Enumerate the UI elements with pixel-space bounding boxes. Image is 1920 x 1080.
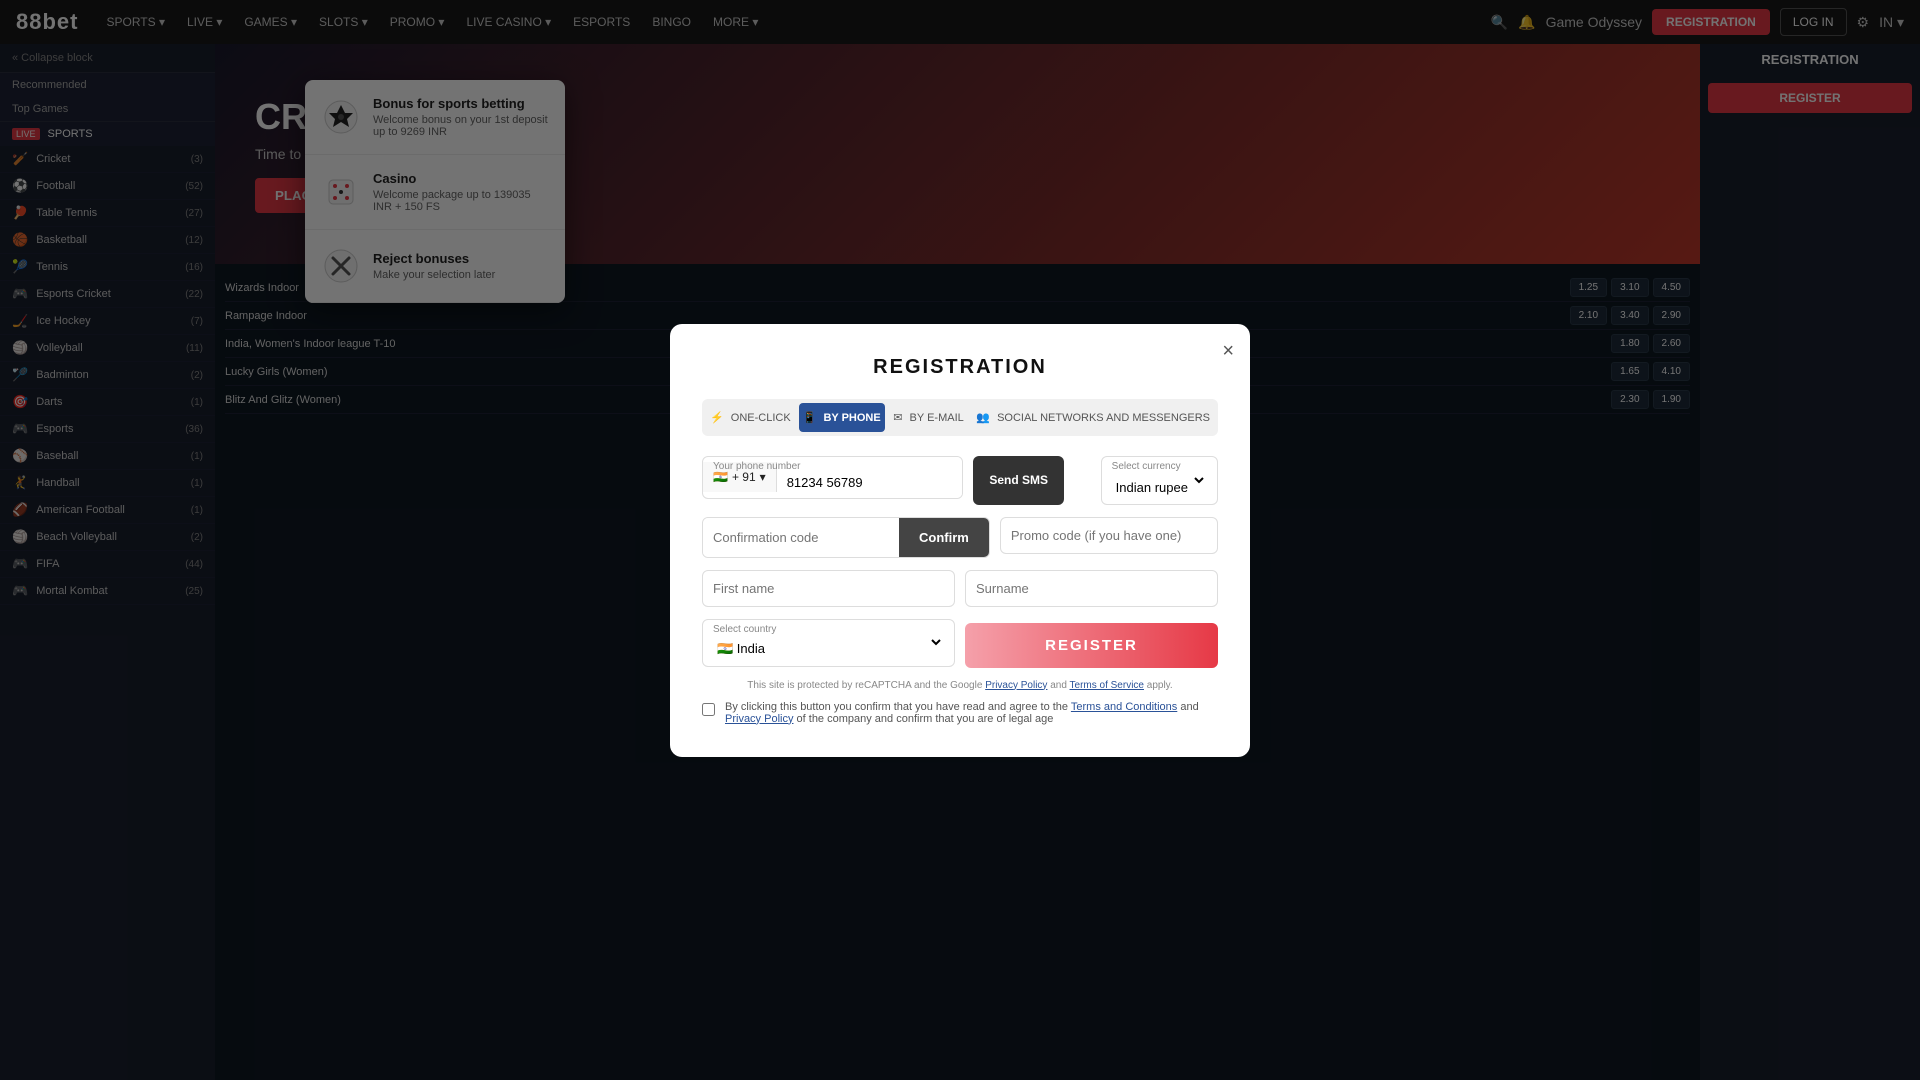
country-flag: 🇮🇳: [713, 470, 728, 484]
currency-select-wrap[interactable]: Select currency Indian rupee (INR): [1101, 456, 1218, 505]
tab-by-phone-label: BY PHONE: [823, 412, 880, 424]
and-label: and: [1050, 680, 1067, 691]
apply-label: apply.: [1147, 680, 1173, 691]
name-row: [702, 570, 1218, 607]
first-name-group: [702, 570, 955, 607]
phone-field-wrap: Your phone number 🇮🇳 + 91 ▾: [702, 456, 963, 499]
phone-label: Your phone number: [713, 461, 800, 472]
currency-group: Select currency Indian rupee (INR): [1101, 456, 1218, 505]
phone-number-input[interactable]: [777, 457, 964, 498]
registration-modal: × REGISTRATION ⚡ ONE-CLICK 📱 BY PHONE ✉ …: [670, 324, 1250, 757]
country-chevron-icon: ▾: [760, 470, 766, 484]
promo-group: [1000, 517, 1218, 558]
send-sms-button[interactable]: Send SMS: [973, 456, 1064, 505]
country-group: Select country 🇮🇳 India: [702, 619, 955, 668]
social-tab-icon: 👥: [976, 412, 990, 424]
modal-backdrop[interactable]: × REGISTRATION ⚡ ONE-CLICK 📱 BY PHONE ✉ …: [0, 0, 1920, 1080]
country-select-wrap[interactable]: Select country 🇮🇳 India: [702, 619, 955, 667]
tab-one-click-label: ONE-CLICK: [731, 412, 791, 424]
privacy-policy-link[interactable]: Privacy Policy: [985, 680, 1047, 691]
tab-social-label: SOCIAL NETWORKS AND MESSENGERS: [997, 412, 1210, 424]
confirm-button[interactable]: Confirm: [899, 518, 989, 557]
terms-conditions-link[interactable]: Terms and Conditions: [1071, 701, 1177, 713]
surname-input[interactable]: [965, 570, 1218, 607]
one-click-icon: ⚡: [710, 412, 724, 424]
terms-text: By clicking this button you confirm that…: [725, 701, 1218, 725]
recaptcha-prefix: This site is protected by reCAPTCHA and …: [747, 680, 982, 691]
registration-tabs: ⚡ ONE-CLICK 📱 BY PHONE ✉ BY E-MAIL 👥 SOC…: [702, 399, 1218, 436]
tab-by-phone[interactable]: 📱 BY PHONE: [799, 403, 885, 432]
register-group: REGISTER: [965, 619, 1218, 668]
recaptcha-text: This site is protected by reCAPTCHA and …: [702, 680, 1218, 691]
confirm-promo-row: Confirm: [702, 517, 1218, 558]
send-sms-group: Send SMS: [973, 456, 1090, 505]
phone-code: + 91: [732, 470, 756, 484]
currency-label: Select currency: [1112, 461, 1181, 472]
country-label: Select country: [713, 624, 776, 635]
confirmation-field-wrap: Confirm: [702, 517, 990, 558]
privacy-link[interactable]: Privacy Policy: [725, 713, 793, 725]
confirmation-code-input[interactable]: [703, 518, 899, 557]
tab-by-email-label: BY E-MAIL: [910, 412, 964, 424]
promo-code-input[interactable]: [1000, 517, 1218, 554]
tab-by-email[interactable]: ✉ BY E-MAIL: [889, 403, 969, 432]
modal-close-button[interactable]: ×: [1222, 340, 1234, 363]
terms-checkbox[interactable]: [702, 703, 715, 716]
terms-row: By clicking this button you confirm that…: [702, 701, 1218, 725]
tab-social[interactable]: 👥 SOCIAL NETWORKS AND MESSENGERS: [972, 403, 1214, 432]
email-tab-icon: ✉: [893, 412, 902, 424]
surname-group: [965, 570, 1218, 607]
first-name-input[interactable]: [702, 570, 955, 607]
phone-group: Your phone number 🇮🇳 + 91 ▾: [702, 456, 963, 505]
terms-of-service-link[interactable]: Terms of Service: [1070, 680, 1144, 691]
tab-one-click[interactable]: ⚡ ONE-CLICK: [706, 403, 795, 432]
phone-currency-row: Your phone number 🇮🇳 + 91 ▾ Send SMS: [702, 456, 1218, 505]
country-register-row: Select country 🇮🇳 India REGISTER: [702, 619, 1218, 668]
confirmation-group: Confirm: [702, 517, 990, 558]
phone-tab-icon: 📱: [803, 412, 817, 424]
modal-title: REGISTRATION: [702, 356, 1218, 379]
register-button[interactable]: REGISTER: [965, 623, 1218, 668]
